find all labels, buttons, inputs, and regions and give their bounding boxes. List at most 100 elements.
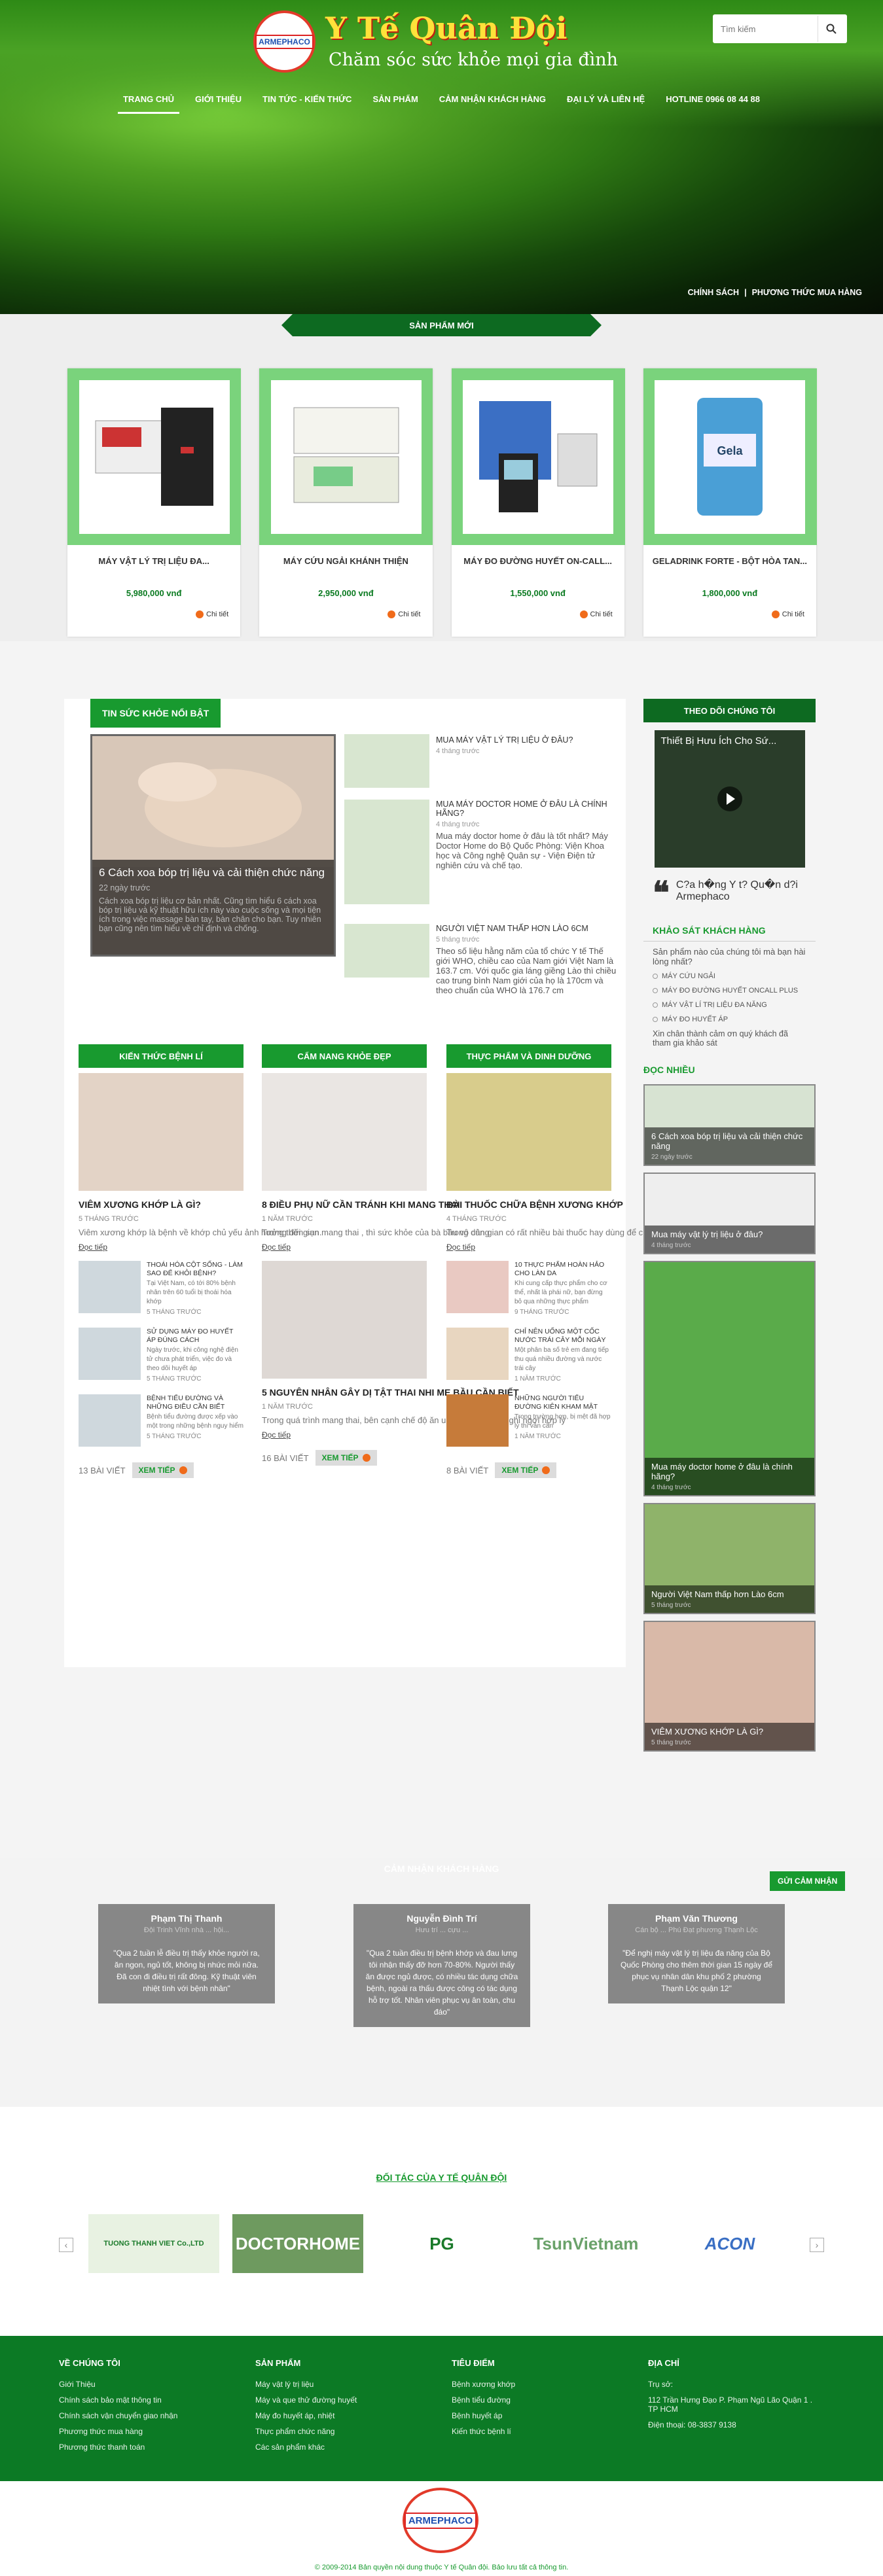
footer-link[interactable]: Bệnh huyết áp <box>452 2411 515 2420</box>
footer-logo[interactable]: ARMEPHACO <box>403 2488 478 2553</box>
footer-link[interactable]: Phương thức mua hàng <box>59 2427 177 2436</box>
footer-link[interactable]: Máy và que thử đường huyết <box>255 2395 357 2405</box>
product-card[interactable]: Gela GELADRINK FORTE - BỘT HÒA TAN... 1,… <box>643 368 817 637</box>
hot-news-headline[interactable]: 6 Cách xoa bóp trị liệu và cải thiện chứ… <box>99 866 327 879</box>
site-logo[interactable]: ARMEPHACO Y Tế Quân Đội Chăm sóc sức khỏ… <box>253 9 626 73</box>
product-image[interactable] <box>463 379 613 534</box>
partner-logo[interactable]: DOCTORHOME <box>232 2214 363 2273</box>
survey-option[interactable]: MÁY CỨU NGẢI <box>653 969 806 983</box>
news-thumbnail[interactable] <box>344 924 429 978</box>
product-card[interactable]: MÁY CỨU NGẢI KHÁNH THIỆN 2,950,000 vnđ C… <box>259 368 433 637</box>
search-button[interactable] <box>818 16 844 42</box>
mini-title[interactable]: THOÁI HÓA CỘT SỐNG - LÀM SAO ĐỂ KHỎI BỆN… <box>147 1261 243 1277</box>
popular-item[interactable]: VIÊM XƯƠNG KHỚP LÀ GÌ? 5 tháng trước <box>643 1621 816 1752</box>
read-more-link[interactable]: Đọc tiếp <box>262 1430 291 1439</box>
partner-logo[interactable]: ACON <box>664 2214 795 2273</box>
armephaco-logo-icon: ARMEPHACO <box>253 10 315 73</box>
footer-link[interactable]: Máy đo huyết áp, nhiệt <box>255 2411 357 2420</box>
footer-link[interactable]: Kiến thức bệnh lí <box>452 2427 515 2436</box>
news-title[interactable]: MUA MÁY VẬT LÝ TRỊ LIỆU Ở ĐÂU? <box>436 735 619 745</box>
survey-option[interactable]: MÁY ĐO ĐƯỜNG HUYẾT ONCALL PLUS <box>653 983 806 998</box>
nav-products[interactable]: SẢN PHẨM <box>362 89 428 113</box>
product-detail-link[interactable]: Chi tiết <box>771 610 804 618</box>
column-main-image[interactable] <box>446 1073 611 1191</box>
radio-icon[interactable] <box>653 1002 658 1008</box>
product-card[interactable]: MÁY ĐO ĐƯỜNG HUYẾT ON-CALL... 1,550,000 … <box>451 368 625 637</box>
product-image[interactable] <box>79 379 230 534</box>
product-name[interactable]: MÁY ĐO ĐƯỜNG HUYẾT ON-CALL... <box>458 556 618 566</box>
survey-option[interactable]: MÁY ĐO HUYẾT ÁP <box>653 1012 806 1027</box>
video-player[interactable]: Thiết Bị Hưu Ích Cho Sứ... <box>654 730 805 868</box>
purchase-method-link[interactable]: PHƯƠNG THỨC MUA HÀNG <box>752 288 862 297</box>
see-more-button[interactable]: XEM TIẾP <box>315 1450 377 1466</box>
chevron-left-icon[interactable]: ‹ <box>59 2238 73 2252</box>
mini-thumbnail[interactable] <box>446 1394 509 1447</box>
mini-title[interactable]: Chỉ nên uống một cốc nước trái cây mỗi n… <box>514 1328 611 1344</box>
footer-link[interactable]: Thực phẩm chức năng <box>255 2427 357 2436</box>
mini-thumbnail[interactable] <box>79 1328 141 1381</box>
nav-hotline[interactable]: HOTLINE 0966 08 44 88 <box>655 89 770 113</box>
footer-link[interactable]: Bệnh xương khớp <box>452 2380 515 2389</box>
mini-thumbnail[interactable] <box>79 1394 141 1447</box>
news-thumbnail[interactable] <box>344 800 429 904</box>
nav-home[interactable]: TRANG CHỦ <box>113 89 185 114</box>
nav-testimonials[interactable]: CẢM NHẬN KHÁCH HÀNG <box>429 89 556 113</box>
partner-logo[interactable]: PG <box>376 2214 507 2273</box>
product-image[interactable] <box>270 379 422 534</box>
mini-title[interactable]: 10 thực phẩm hoàn hảo cho làn da <box>514 1261 611 1277</box>
footer-link[interactable]: Máy vật lý trị liệu <box>255 2380 357 2389</box>
mini-title[interactable]: SỬ DỤNG MÁY ĐO HUYẾT ÁP ĐÚNG CÁCH <box>147 1328 243 1344</box>
see-more-button[interactable]: XEM TIẾP <box>132 1462 194 1479</box>
chevron-right-icon[interactable]: › <box>810 2238 824 2252</box>
search-input[interactable] <box>713 16 818 42</box>
mini-title[interactable]: BỆNH TIỂU ĐƯỜNG VÀ NHỮNG ĐIỀU CẦN BIẾT <box>147 1394 243 1411</box>
product-name[interactable]: MÁY CỨU NGẢI KHÁNH THIỆN <box>266 556 425 566</box>
popular-item[interactable]: 6 Cách xoa bóp trị liệu và cải thiện chứ… <box>643 1084 816 1166</box>
footer-link[interactable]: Bệnh tiểu đường <box>452 2395 515 2405</box>
product-name[interactable]: GELADRINK FORTE - BỘT HÒA TAN... <box>650 556 810 566</box>
footer-link[interactable]: Chính sách bảo mật thông tin <box>59 2395 177 2405</box>
second-article-image[interactable] <box>262 1261 427 1379</box>
product-detail-link[interactable]: Chi tiết <box>196 610 228 618</box>
product-image[interactable]: Gela <box>655 379 806 534</box>
product-card[interactable]: MÁY VẬT LÝ TRỊ LIỆU ĐA... 5,980,000 vnđ … <box>67 368 241 637</box>
nav-news[interactable]: TIN TỨC - KIẾN THỨC <box>252 89 362 113</box>
mini-thumbnail[interactable] <box>446 1261 509 1314</box>
partner-logo[interactable]: TUONG THANH VIET Co.,LTD <box>88 2214 219 2273</box>
read-more-link[interactable]: Đọc tiếp <box>446 1243 475 1252</box>
partners-title[interactable]: ĐỐI TÁC CỦA Y TẾ QUÂN ĐỘI <box>0 2172 883 2183</box>
read-more-link[interactable]: Đọc tiếp <box>79 1243 107 1252</box>
hot-news-main[interactable]: 6 Cách xoa bóp trị liệu và cải thiện chứ… <box>90 734 336 957</box>
mini-title[interactable]: NHỮNG NGƯỜI TIỂU ĐƯỜNG KIÊN KHAM MẬT <box>514 1394 611 1411</box>
radio-icon[interactable] <box>653 1017 658 1022</box>
product-name[interactable]: MÁY VẬT LÝ TRỊ LIỆU ĐA... <box>74 556 234 566</box>
mini-thumbnail[interactable] <box>79 1261 141 1314</box>
survey-option[interactable]: MÁY VẬT LÍ TRỊ LIỆU ĐA NĂNG <box>653 998 806 1012</box>
see-more-button[interactable]: XEM TIẾP <box>495 1462 557 1479</box>
radio-icon[interactable] <box>653 974 658 979</box>
footer-link[interactable]: Phương thức thanh toán <box>59 2443 177 2452</box>
footer-link[interactable]: Chính sách vận chuyển giao nhận <box>59 2411 177 2420</box>
popular-item[interactable]: Mua máy vật lý trị liệu ở đâu? 4 tháng tr… <box>643 1173 816 1254</box>
news-thumbnail[interactable] <box>344 734 429 788</box>
nav-contact[interactable]: ĐẠI LÝ VÀ LIÊN HỆ <box>556 89 655 113</box>
quote-text: C?a h�ng Y t? Qu�n d?i Armephaco <box>676 879 798 902</box>
partner-logo[interactable]: TsunVietnam <box>520 2214 651 2273</box>
news-title[interactable]: MUA MÁY DOCTOR HOME Ở ĐÂU LÀ CHÍNH HÃNG? <box>436 800 619 818</box>
read-more-link[interactable]: Đọc tiếp <box>262 1243 291 1252</box>
column-main-image[interactable] <box>79 1073 243 1191</box>
radio-icon[interactable] <box>653 988 658 993</box>
popular-item[interactable]: Mua máy doctor home ở đâu là chính hãng?… <box>643 1261 816 1496</box>
footer-link[interactable]: Giới Thiệu <box>59 2380 177 2389</box>
product-detail-link[interactable]: Chi tiết <box>579 610 613 618</box>
policy-link[interactable]: CHÍNH SÁCH <box>688 288 739 297</box>
nav-about[interactable]: GIỚI THIỆU <box>185 89 252 113</box>
send-feedback-button[interactable]: GỬI CẢM NHẬN <box>770 1871 846 1891</box>
footer-link[interactable]: Các sản phẩm khác <box>255 2443 357 2452</box>
column-main-image[interactable] <box>262 1073 427 1191</box>
news-title[interactable]: NGƯỜI VIỆT NAM THẤP HƠN LÀO 6CM <box>436 924 619 933</box>
option-label: MÁY CỨU NGẢI <box>662 972 715 980</box>
product-detail-link[interactable]: Chi tiết <box>387 610 421 618</box>
popular-item[interactable]: Người Việt Nam thấp hơn Lào 6cm 5 tháng t… <box>643 1503 816 1614</box>
mini-thumbnail[interactable] <box>446 1328 509 1381</box>
